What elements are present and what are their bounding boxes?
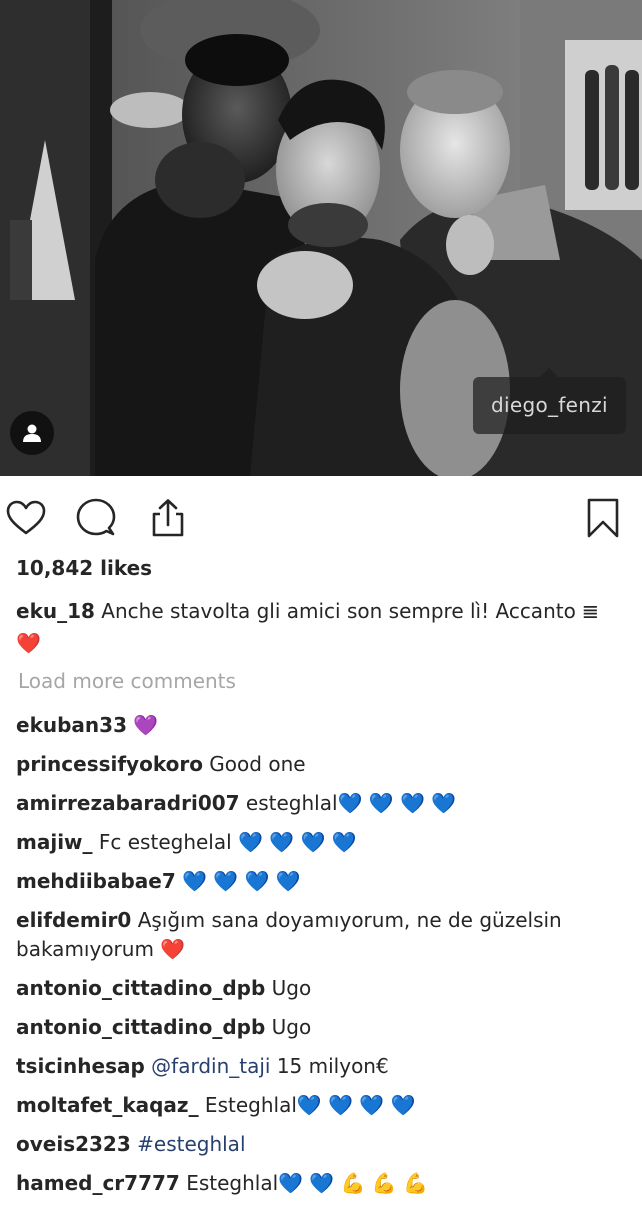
heart-outline-icon — [6, 500, 46, 535]
comment-text: 15 milyon€ — [270, 1054, 389, 1078]
caption-text: Anche stavolta gli amici son sempre lì! … — [101, 599, 576, 623]
save-button[interactable] — [581, 496, 625, 540]
caption-username[interactable]: eku_18 — [16, 599, 95, 623]
post-photo[interactable]: diego_fenzi — [0, 0, 642, 476]
comment-text: esteghlal💙 💙 💙 💙 — [239, 791, 457, 815]
comment-text: 💜 — [127, 713, 159, 737]
comment-text: 💙 💙 💙 💙 — [175, 869, 301, 893]
comment-mention-link[interactable]: @fardin_taji — [151, 1054, 270, 1078]
comment-row: mehdiibabae7 💙 💙 💙 💙 — [16, 867, 631, 896]
comment-username[interactable]: tsicinhesap — [16, 1054, 145, 1078]
comment-text: Esteghlal💙 💙 💪 💪 💪 — [179, 1171, 429, 1195]
comment-text: Fc esteghelal 💙 💙 💙 💙 — [92, 830, 357, 854]
comment-username[interactable]: antonio_cittadino_dpb — [16, 1015, 265, 1039]
comment-row: antonio_cittadino_dpb Ugo — [16, 1013, 631, 1042]
post-action-bar — [0, 490, 642, 550]
comment-username[interactable]: ekuban33 — [16, 713, 127, 737]
comment-row: princessifyokoro Good one — [16, 750, 631, 779]
tagged-people-button[interactable] — [10, 411, 54, 455]
comment-row: hamed_cr7777 Esteghlal💙 💙 💪 💪 💪 — [16, 1169, 631, 1198]
comment-username[interactable]: moltafet_kaqaz_ — [16, 1093, 199, 1117]
comment-row: tsicinhesap @fardin_taji 15 milyon€ — [16, 1052, 631, 1081]
tagged-user-label[interactable]: diego_fenzi — [473, 368, 626, 434]
share-upload-icon — [152, 499, 184, 537]
comment-username[interactable]: hamed_cr7777 — [16, 1171, 180, 1195]
comment-username[interactable]: antonio_cittadino_dpb — [16, 976, 265, 1000]
person-icon — [23, 424, 41, 442]
comment-username[interactable]: elifdemir0 — [16, 908, 131, 932]
comment-text: Ugo — [265, 1015, 312, 1039]
comment-row: majiw_ Fc esteghelal 💙 💙 💙 💙 — [16, 828, 631, 857]
share-button[interactable] — [146, 496, 190, 540]
comment-button[interactable] — [74, 496, 118, 540]
comment-username[interactable]: mehdiibabae7 — [16, 869, 176, 893]
comment-username[interactable]: oveis2323 — [16, 1132, 131, 1156]
bookmark-icon — [587, 498, 619, 538]
red-heart-emoji: ❤️ — [16, 631, 41, 655]
comment-username[interactable]: amirrezabaradri007 — [16, 791, 240, 815]
post-caption: eku_18 Anche stavolta gli amici son semp… — [16, 596, 626, 659]
comment-row: antonio_cittadino_dpb Ugo — [16, 974, 631, 1003]
comment-text: Good one — [202, 752, 306, 776]
comment-username[interactable]: princessifyokoro — [16, 752, 203, 776]
comment-text: Ugo — [265, 976, 312, 1000]
comment-row: ekuban33 💜 — [16, 711, 631, 740]
comment-username[interactable]: majiw_ — [16, 830, 93, 854]
load-more-comments-link[interactable]: Load more comments — [18, 669, 236, 693]
comments-list: ekuban33 💜 princessifyokoro Good one ami… — [16, 711, 631, 1208]
comment-row: moltafet_kaqaz_ Esteghlal💙 💙 💙 💙 — [16, 1091, 631, 1120]
comment-row: amirrezabaradri007 esteghlal💙 💙 💙 💙 — [16, 789, 631, 818]
comment-hashtag-link[interactable]: #esteghlal — [137, 1132, 245, 1156]
comment-text: Esteghlal💙 💙 💙 💙 — [198, 1093, 416, 1117]
likes-count[interactable]: 10,842 likes — [16, 556, 152, 580]
caption-glyph: 𝌆 — [582, 602, 599, 623]
speech-bubble-icon — [76, 498, 116, 536]
comment-row: oveis2323 #esteghlal — [16, 1130, 631, 1159]
comment-row: elifdemir0 Aşığım sana doyamıyorum, ne d… — [16, 906, 631, 964]
like-button[interactable] — [4, 496, 48, 540]
